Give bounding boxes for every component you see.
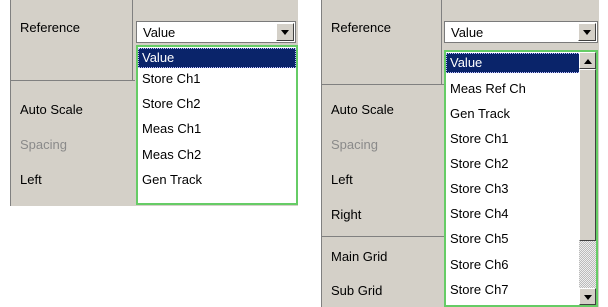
reference-combobox-value: Value: [143, 25, 176, 40]
scroll-thumb[interactable]: [579, 69, 596, 241]
reference-label: Reference: [331, 20, 391, 35]
scroll-track[interactable]: [579, 241, 596, 288]
right-panel-border: [321, 0, 322, 307]
left-panel-separator: [10, 80, 135, 81]
reference-dropdown-list: Value Store Ch1 Store Ch2 Meas Ch1 Meas …: [136, 45, 298, 205]
auto-scale-label: Auto Scale: [331, 102, 394, 117]
dropdown-option[interactable]: Value: [138, 48, 296, 68]
dropdown-option[interactable]: Store Ch6: [446, 255, 578, 275]
dropdown-option[interactable]: Store Ch2: [138, 94, 296, 114]
dropdown-option[interactable]: Gen Track: [138, 170, 296, 190]
left-label: Left: [331, 172, 353, 187]
dropdown-button[interactable]: [578, 23, 596, 41]
dropdown-option[interactable]: Store Ch7: [446, 280, 578, 300]
dropdown-option[interactable]: Store Ch1: [446, 129, 578, 149]
dropdown-option[interactable]: Store Ch4: [446, 204, 578, 224]
reference-combobox-value: Value: [451, 25, 484, 40]
dropdown-option[interactable]: Meas Ref Ch: [446, 79, 578, 99]
list-scrollbar[interactable]: [579, 52, 596, 305]
right-panel-divider: [441, 0, 442, 85]
left-panel-divider: [132, 0, 133, 80]
chevron-up-icon: [584, 59, 592, 64]
auto-scale-label: Auto Scale: [20, 102, 83, 117]
chevron-down-icon: [584, 295, 592, 300]
reference-combobox[interactable]: Value: [136, 21, 296, 43]
dropdown-option[interactable]: Value: [446, 53, 581, 73]
scroll-down-button[interactable]: [579, 288, 596, 305]
dropdown-option[interactable]: Meas Ch2: [138, 145, 296, 165]
spacing-label: Spacing: [331, 137, 378, 152]
main-grid-label: Main Grid: [331, 249, 388, 264]
reference-label: Reference: [20, 20, 80, 35]
right-panel-separator: [321, 236, 444, 237]
left-label: Left: [20, 172, 42, 187]
chevron-down-icon: [583, 30, 591, 35]
reference-combobox[interactable]: Value: [444, 21, 598, 43]
reference-dropdown-list: Value Meas Ref Ch Gen Track Store Ch1 St…: [444, 50, 598, 307]
dropdown-option[interactable]: Store Ch1: [138, 69, 296, 89]
sub-grid-label: Sub Grid: [331, 283, 383, 298]
dropdown-option[interactable]: Meas Ch1: [138, 119, 296, 139]
dropdown-option[interactable]: Store Ch5: [446, 229, 578, 249]
dropdown-button[interactable]: [276, 23, 294, 41]
chevron-down-icon: [281, 30, 289, 35]
spacing-label: Spacing: [20, 137, 67, 152]
dropdown-option[interactable]: Gen Track: [446, 104, 578, 124]
scroll-up-button[interactable]: [579, 52, 596, 69]
dropdown-option[interactable]: Store Ch2: [446, 154, 578, 174]
right-panel-separator: [321, 84, 444, 85]
right-label: Right: [331, 207, 362, 222]
left-panel-border: [10, 0, 11, 206]
dropdown-option[interactable]: Store Ch3: [446, 179, 578, 199]
